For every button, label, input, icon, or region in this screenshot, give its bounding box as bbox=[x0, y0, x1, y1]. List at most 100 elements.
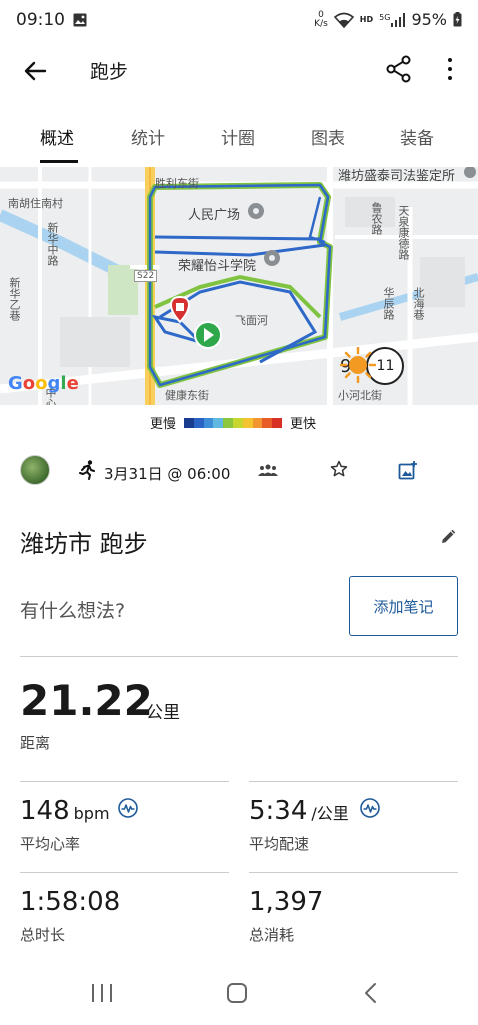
pace-label: 平均配速 bbox=[249, 835, 310, 853]
divider bbox=[20, 656, 458, 657]
cell-signal: 5G bbox=[379, 12, 406, 27]
group-icon[interactable] bbox=[258, 463, 278, 477]
status-bar: 09:10 0 K/s HD 5G 95% bbox=[0, 0, 478, 40]
avatar[interactable] bbox=[20, 455, 50, 485]
pencil-icon[interactable] bbox=[440, 527, 458, 545]
sun-icon bbox=[340, 347, 376, 383]
tab-charts[interactable]: 图表 bbox=[311, 124, 345, 149]
map-label: 新华乙巷 bbox=[8, 277, 21, 321]
signal-icon bbox=[391, 12, 406, 27]
poi-pin-icon bbox=[464, 167, 476, 178]
more-options-button[interactable] bbox=[440, 54, 460, 84]
heart-rate-stat: 148 bpm bbox=[20, 796, 110, 826]
activity-meta-row: 3月31日 @ 06:00 bbox=[0, 455, 478, 491]
poi-pin-icon bbox=[248, 203, 264, 219]
pace-gradient-bar bbox=[184, 417, 282, 428]
tab-gear[interactable]: 装备 bbox=[400, 124, 434, 149]
map-label: 小河北街 bbox=[338, 389, 382, 402]
running-icon bbox=[79, 460, 95, 480]
map-label: 天泉康德路 bbox=[397, 205, 410, 260]
map-roads bbox=[0, 167, 478, 405]
tab-laps[interactable]: 计圈 bbox=[221, 124, 255, 149]
notes-placeholder[interactable]: 有什么想法? bbox=[20, 596, 125, 623]
tab-overview[interactable]: 概述 bbox=[40, 124, 74, 149]
calories-label: 总消耗 bbox=[249, 926, 295, 944]
map-label: 南胡住南村 bbox=[8, 197, 63, 210]
finish-marker-icon bbox=[170, 295, 190, 324]
hd-badge: HD bbox=[359, 15, 374, 24]
legend-slower-label: 更慢 bbox=[150, 417, 177, 432]
heart-rate-unit: bpm bbox=[73, 804, 110, 823]
wifi-icon bbox=[333, 12, 354, 28]
legend-swatch bbox=[223, 417, 233, 428]
pace-value: 5:34 bbox=[249, 796, 308, 826]
add-note-button[interactable]: 添加笔记 bbox=[349, 576, 458, 636]
map-label: 荣耀怡斗学院 bbox=[178, 259, 257, 274]
map-label: 人民广场 bbox=[188, 208, 241, 223]
map-label: 北海巷 bbox=[412, 287, 425, 320]
heart-rate-zone-icon[interactable] bbox=[118, 798, 138, 818]
divider bbox=[249, 872, 458, 873]
pace-unit: /公里 bbox=[311, 804, 349, 823]
google-logo-text: Google bbox=[8, 373, 79, 394]
legend-swatch bbox=[252, 417, 263, 428]
system-nav-bar bbox=[0, 970, 478, 1025]
legend-swatch bbox=[203, 417, 214, 428]
map-label: 鲁农路 bbox=[370, 202, 383, 235]
map-label: 健康东街 bbox=[165, 389, 209, 402]
tab-stats[interactable]: 统计 bbox=[131, 124, 165, 149]
distance-label: 距离 bbox=[20, 734, 51, 752]
duration-label: 总时长 bbox=[20, 926, 66, 944]
duration-value: 1:58:08 bbox=[20, 887, 121, 917]
battery-icon bbox=[453, 12, 462, 27]
status-time: 09:10 bbox=[16, 10, 65, 30]
more-vertical-icon bbox=[448, 58, 452, 62]
highway-shield: S22 bbox=[134, 270, 158, 282]
route-map[interactable]: 胜利东街 南胡住南村 人民广场 荣耀怡斗学院 飞面河 健康东街 小河北街 潍坊盛… bbox=[0, 167, 478, 405]
divider bbox=[20, 872, 229, 873]
status-indicators: 0 K/s HD 5G 95% bbox=[314, 10, 462, 29]
google-logo: Google bbox=[8, 373, 79, 394]
map-label: 新华中路 bbox=[46, 222, 59, 266]
back-button[interactable] bbox=[20, 56, 50, 86]
weather-overlay: 9° 11 bbox=[340, 347, 405, 385]
back-chevron-icon[interactable] bbox=[362, 982, 380, 1004]
map-label: 胜利东街 bbox=[155, 177, 199, 190]
app-bar: 跑步 bbox=[0, 40, 478, 98]
star-icon[interactable] bbox=[330, 460, 348, 478]
distance-value: 21.22 bbox=[20, 676, 153, 725]
distance-unit: 公里 bbox=[146, 703, 180, 723]
battery-percent: 95% bbox=[411, 10, 447, 29]
network-speed: 0 K/s bbox=[314, 10, 328, 29]
add-photo-icon[interactable] bbox=[398, 460, 418, 480]
map-label: 潍坊盛泰司法鉴定所 bbox=[338, 169, 456, 184]
divider bbox=[20, 781, 229, 782]
arrow-left-icon bbox=[24, 61, 47, 81]
calories-value: 1,397 bbox=[249, 887, 324, 917]
legend-swatch bbox=[233, 417, 243, 428]
page-title: 跑步 bbox=[90, 61, 129, 83]
activity-date: 3月31日 @ 06:00 bbox=[104, 465, 231, 483]
active-tab-indicator bbox=[40, 160, 78, 163]
network-type: 5G bbox=[379, 12, 391, 22]
wind-speed: 11 bbox=[376, 358, 395, 374]
pace-zone-icon[interactable] bbox=[360, 798, 380, 818]
legend-swatch bbox=[262, 417, 273, 428]
activity-title: 潍坊市 跑步 bbox=[20, 530, 148, 558]
gallery-icon bbox=[73, 13, 87, 27]
legend-swatch bbox=[193, 417, 204, 428]
divider bbox=[249, 781, 458, 782]
heart-rate-value: 148 bbox=[20, 796, 70, 826]
recent-apps-button[interactable] bbox=[92, 984, 112, 1002]
legend-faster-label: 更快 bbox=[290, 417, 317, 432]
legend-swatch bbox=[242, 417, 253, 428]
home-button[interactable] bbox=[227, 983, 247, 1003]
pace-stat: 5:34/公里 bbox=[249, 796, 349, 826]
legend-swatch bbox=[184, 417, 194, 428]
legend-swatch bbox=[272, 417, 282, 428]
share-icon bbox=[386, 55, 411, 83]
heart-rate-label: 平均心率 bbox=[20, 835, 81, 853]
share-button[interactable] bbox=[384, 54, 414, 84]
map-label: 飞面河 bbox=[235, 314, 268, 327]
legend-swatch bbox=[213, 417, 224, 428]
